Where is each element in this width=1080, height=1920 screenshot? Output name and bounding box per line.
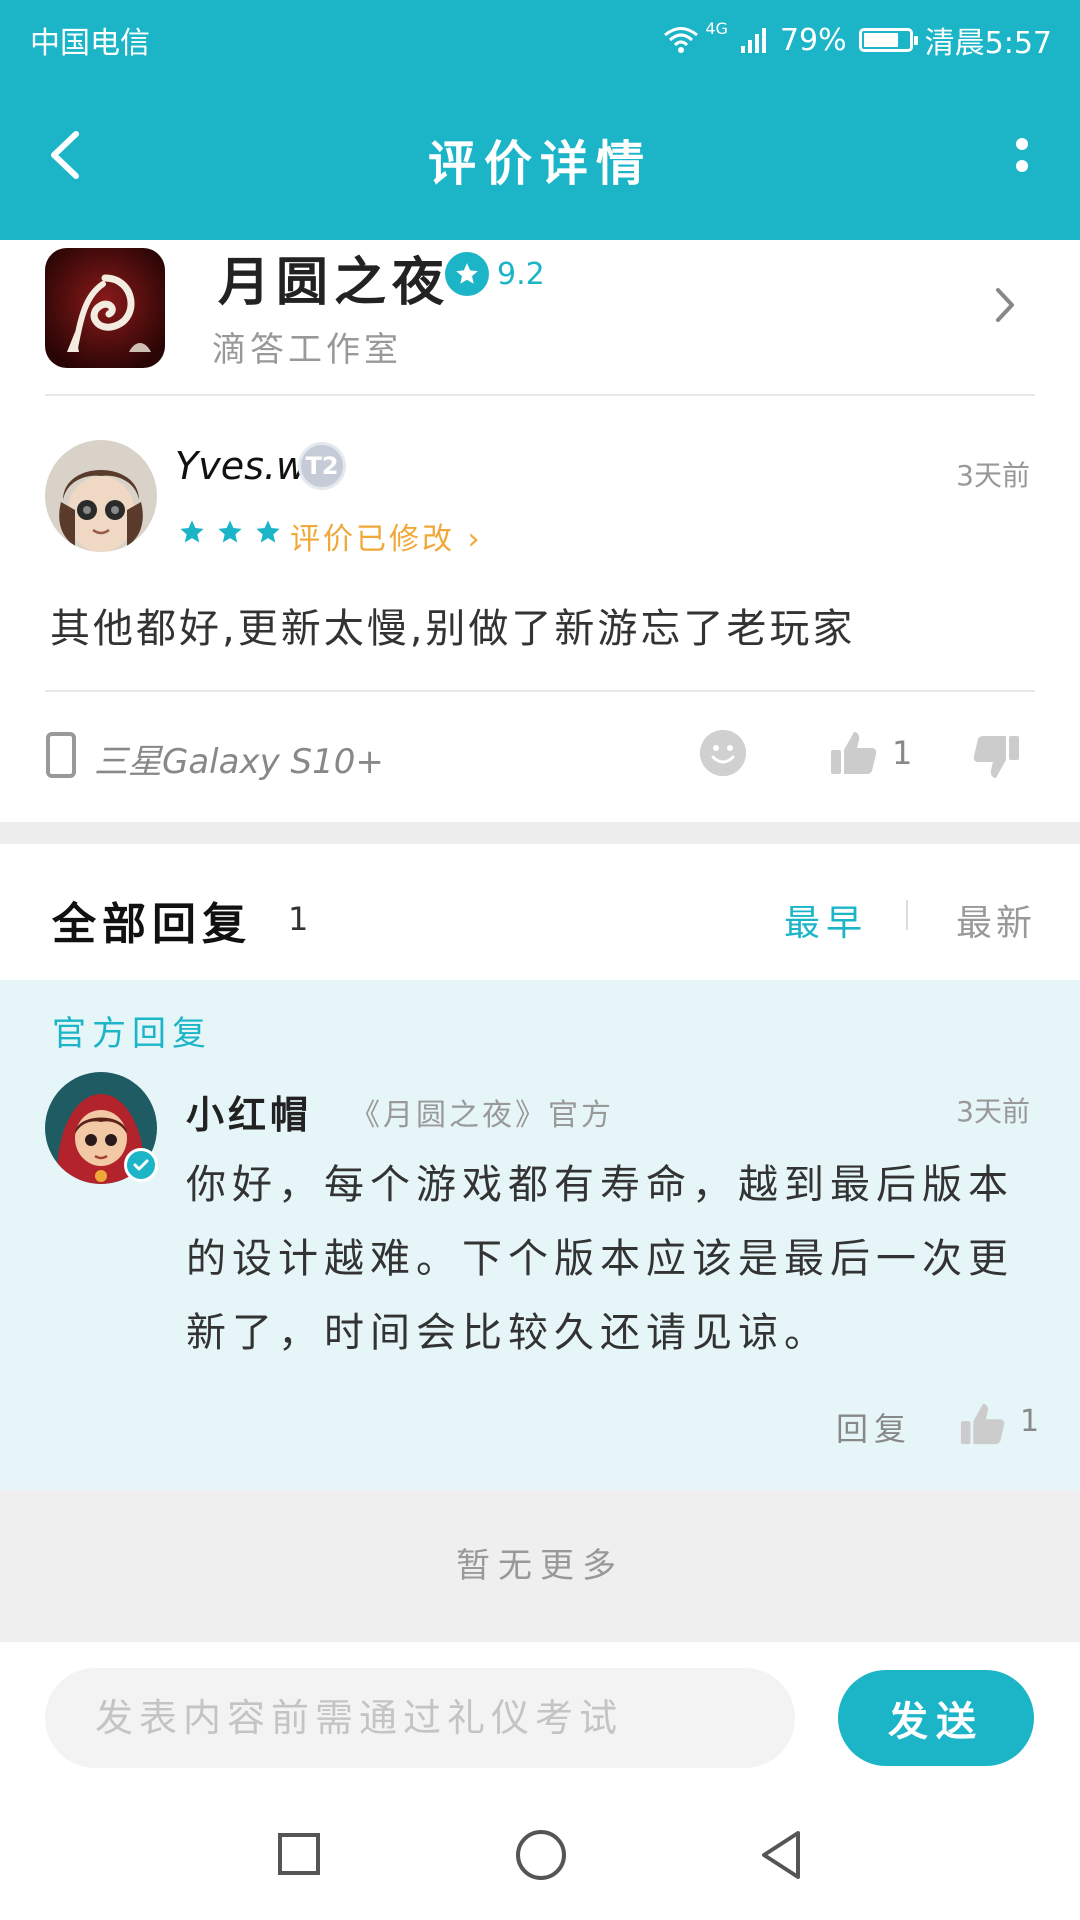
sort-divider bbox=[906, 900, 908, 930]
thumbs-down-icon bbox=[973, 736, 1019, 778]
smile-icon bbox=[700, 730, 746, 776]
moon-night-game-icon bbox=[45, 248, 165, 368]
more-options-button[interactable] bbox=[1002, 120, 1042, 190]
system-nav-bar bbox=[0, 1777, 1080, 1920]
like-count: 1 bbox=[892, 734, 913, 772]
home-button[interactable] bbox=[516, 1830, 566, 1880]
replies-count: 1 bbox=[288, 900, 309, 938]
star-icon bbox=[180, 520, 204, 543]
chevron-right-icon bbox=[990, 280, 1020, 330]
review-time: 3天前 bbox=[956, 459, 1030, 492]
star-rating bbox=[178, 518, 282, 546]
recent-apps-button[interactable] bbox=[278, 1833, 320, 1875]
device-name: 三星Galaxy S10+ bbox=[94, 742, 384, 782]
sort-earliest-tab[interactable]: 最早 bbox=[784, 894, 868, 946]
battery-fill bbox=[863, 33, 898, 47]
like-button[interactable] bbox=[828, 728, 878, 778]
status-bar: 中国电信 4G 79% 清晨5:57 bbox=[0, 0, 1080, 76]
reply-author[interactable]: 小红帽 bbox=[186, 1084, 312, 1139]
sort-latest-tab[interactable]: 最新 bbox=[956, 894, 1036, 946]
more-vertical-icon bbox=[1016, 138, 1028, 172]
clock: 清晨5:57 bbox=[924, 26, 1052, 61]
divider bbox=[45, 394, 1035, 396]
reply-like-count: 1 bbox=[1020, 1404, 1040, 1439]
comment-composer: 发送 bbox=[0, 1642, 1080, 1777]
send-button[interactable]: 发送 bbox=[838, 1670, 1034, 1766]
phone-icon bbox=[46, 732, 76, 778]
studio-name: 滴答工作室 bbox=[212, 330, 402, 370]
game-name: 月圆之夜 bbox=[218, 253, 451, 313]
nav-back-button[interactable] bbox=[756, 1827, 804, 1883]
review-text: 其他都好,更新太慢,别做了新游忘了老玩家 bbox=[50, 606, 856, 652]
avatar[interactable] bbox=[45, 440, 157, 552]
signal-icon bbox=[740, 28, 766, 53]
star-icon bbox=[218, 520, 242, 543]
official-reply: 官方回复 小红帽 《月圆之夜》官方 3天前 你好，每个游戏都有寿命，越到最后版本… bbox=[0, 980, 1080, 1490]
battery-percent: 79% bbox=[779, 22, 847, 58]
reply-button[interactable]: 回复 bbox=[836, 1404, 912, 1450]
carrier-label: 中国电信 bbox=[30, 26, 150, 61]
replies-title: 全部回复 bbox=[52, 899, 252, 950]
wifi-icon bbox=[664, 27, 699, 53]
reply-text: 你好，每个游戏都有寿命，越到最后版本的设计越难。下个版本应该是最后一次更新了，时… bbox=[186, 1162, 1014, 1356]
page-title: 评价详情 bbox=[427, 136, 652, 192]
rating-score: 9.2 bbox=[497, 256, 545, 292]
divider bbox=[45, 690, 1035, 692]
review-footer: 三星Galaxy S10+ 1 bbox=[0, 720, 1080, 800]
triangle-back-icon bbox=[762, 1831, 800, 1879]
thumbs-up-icon bbox=[831, 732, 877, 774]
reply-time: 3天前 bbox=[956, 1095, 1030, 1128]
thumbs-up-icon bbox=[960, 1403, 1005, 1445]
comment-input[interactable] bbox=[45, 1668, 795, 1768]
game-card[interactable]: 月圆之夜 9.2 滴答工作室 bbox=[0, 240, 1080, 395]
title-bar: 评价详情 bbox=[0, 76, 1080, 240]
no-more-label: 暂无更多 bbox=[0, 1490, 1080, 1642]
reviewer-name[interactable]: Yves.w bbox=[175, 444, 307, 488]
star-icon bbox=[256, 520, 280, 543]
official-tag: 《月圆之夜》官方 bbox=[350, 1098, 614, 1133]
dislike-button[interactable] bbox=[972, 732, 1022, 782]
network-type-label: 4G bbox=[705, 18, 728, 38]
battery-icon bbox=[858, 28, 918, 52]
section-separator bbox=[0, 822, 1080, 844]
verified-icon bbox=[124, 1148, 158, 1182]
level-badge: T2 bbox=[298, 442, 346, 490]
star-badge-icon bbox=[445, 252, 489, 296]
official-reply-label: 官方回复 bbox=[52, 1014, 212, 1054]
game-rating: 9.2 bbox=[445, 252, 545, 296]
review-edited-link[interactable]: 评价已修改 › bbox=[290, 514, 483, 558]
emoji-reaction-button[interactable] bbox=[700, 730, 746, 776]
status-indicators: 4G 79% 清晨5:57 bbox=[663, 18, 1052, 62]
reply-like-button[interactable] bbox=[958, 1400, 1006, 1448]
